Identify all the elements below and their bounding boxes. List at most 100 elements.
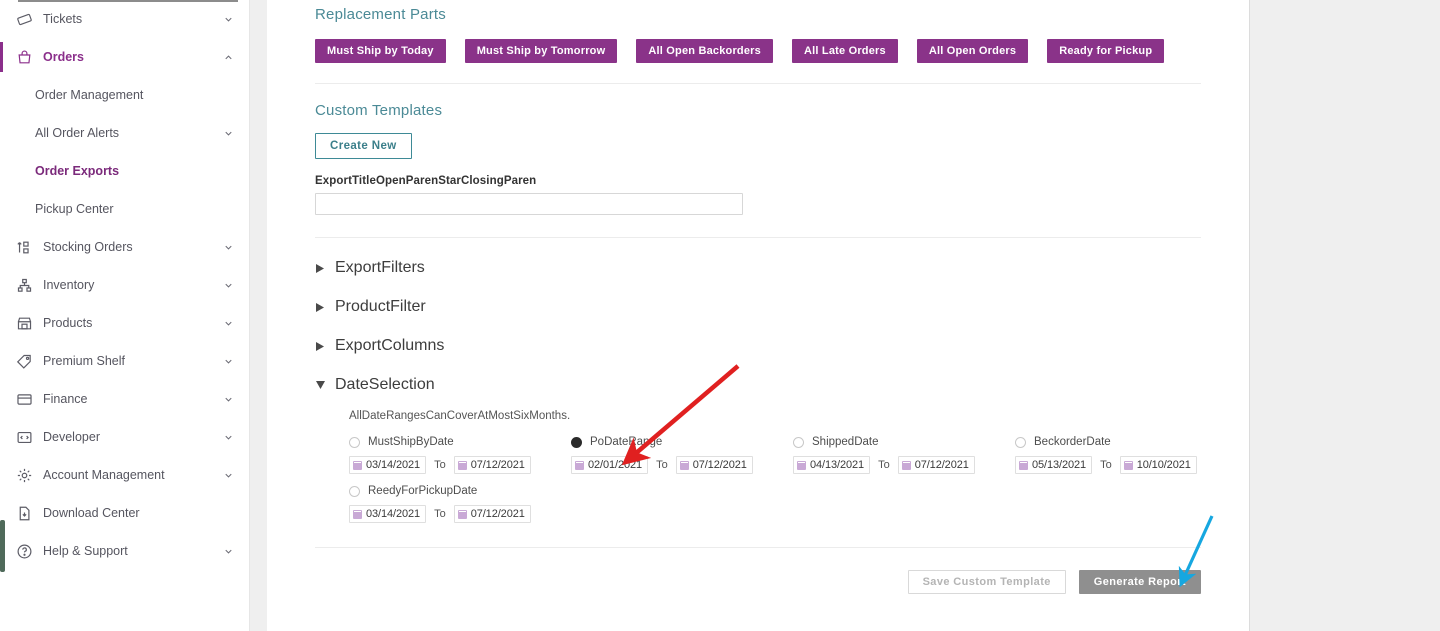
calendar-icon bbox=[797, 460, 806, 470]
radio-label: MustShipByDate bbox=[368, 436, 454, 448]
accordion-export-columns[interactable]: ExportColumns bbox=[315, 337, 1201, 355]
date-to-input[interactable]: 07/12/2021 bbox=[897, 456, 975, 474]
chevron-down-icon[interactable] bbox=[221, 468, 235, 482]
chevron-down-icon[interactable] bbox=[221, 354, 235, 368]
radio-icon[interactable] bbox=[571, 436, 582, 448]
sidebar-item-tickets[interactable]: Tickets bbox=[0, 0, 249, 38]
must-ship-today-button[interactable]: Must Ship by Today bbox=[315, 39, 446, 63]
date-from-input[interactable]: 03/14/2021 bbox=[349, 505, 427, 523]
sidebar-item-help-support[interactable]: Help & Support bbox=[0, 532, 249, 570]
date-range-note: AllDateRangesCanCoverAtMostSixMonths. bbox=[349, 410, 571, 422]
radio-icon[interactable] bbox=[349, 485, 360, 497]
date-option-ready-for-pickup-date: ReedyForPickupDate 03/14/2021 To 07/12/2… bbox=[349, 482, 571, 523]
date-value: 10/10/2021 bbox=[1136, 459, 1191, 471]
accordion-product-filter[interactable]: ProductFilter bbox=[315, 298, 1201, 316]
chevron-up-icon[interactable] bbox=[221, 50, 235, 64]
all-late-orders-button[interactable]: All Late Orders bbox=[791, 39, 898, 63]
accordion-export-filters[interactable]: ExportFilters bbox=[315, 259, 1201, 277]
chevron-down-icon[interactable] bbox=[221, 12, 235, 26]
radio-icon[interactable] bbox=[1015, 436, 1026, 448]
export-title-input[interactable] bbox=[315, 193, 743, 215]
radio-label: ReedyForPickupDate bbox=[368, 485, 478, 497]
date-from-input[interactable]: 04/13/2021 bbox=[793, 456, 871, 474]
sidebar-item-stocking-orders[interactable]: Stocking Orders bbox=[0, 228, 249, 266]
create-new-button[interactable]: Create New bbox=[315, 133, 412, 159]
sidebar-item-inventory[interactable]: Inventory bbox=[0, 266, 249, 304]
sidebar-item-label: Premium Shelf bbox=[43, 354, 125, 368]
chevron-down-icon[interactable] bbox=[221, 240, 235, 254]
sidebar-item-orders[interactable]: Orders bbox=[0, 38, 249, 76]
date-value: 03/14/2021 bbox=[366, 459, 421, 471]
chevron-down-icon[interactable] bbox=[221, 126, 235, 140]
date-value: 02/01/2021 bbox=[588, 459, 643, 471]
sidebar-item-label: Orders bbox=[43, 50, 84, 64]
triangle-right-icon bbox=[313, 341, 327, 351]
date-value: 05/13/2021 bbox=[1032, 459, 1087, 471]
date-option-po-date-range: PoDateRange 02/01/2021 To 07/12/2021 bbox=[571, 433, 793, 474]
radio-label: BeckorderDate bbox=[1034, 436, 1111, 448]
calendar-icon bbox=[353, 509, 362, 519]
ready-for-pickup-button[interactable]: Ready for Pickup bbox=[1047, 39, 1165, 63]
sidebar-subitem-label: Pickup Center bbox=[35, 202, 114, 216]
sidebar-item-products[interactable]: Products bbox=[0, 304, 249, 342]
chevron-down-icon[interactable] bbox=[221, 430, 235, 444]
date-range-row: 03/14/2021 To 07/12/2021 bbox=[349, 505, 571, 523]
date-from-input[interactable]: 02/01/2021 bbox=[571, 456, 649, 474]
quick-filter-button-row: Must Ship by Today Must Ship by Tomorrow… bbox=[315, 39, 1201, 63]
must-ship-tomorrow-button[interactable]: Must Ship by Tomorrow bbox=[464, 39, 618, 63]
all-open-backorders-button[interactable]: All Open Backorders bbox=[636, 39, 773, 63]
divider-before-footer bbox=[315, 547, 1201, 548]
sidebar-item-developer[interactable]: Developer bbox=[0, 418, 249, 456]
date-to-input[interactable]: 07/12/2021 bbox=[453, 505, 531, 523]
radio-label: PoDateRange bbox=[590, 436, 663, 448]
all-open-orders-button[interactable]: All Open Orders bbox=[916, 39, 1029, 63]
sidebar-item-pickup-center[interactable]: Pickup Center bbox=[0, 190, 249, 228]
calendar-icon bbox=[353, 460, 362, 470]
export-title-label: ExportTitleOpenParenStarClosingParen bbox=[315, 175, 537, 187]
date-to-input[interactable]: 07/12/2021 bbox=[453, 456, 531, 474]
sidebar-item-download-center[interactable]: Download Center bbox=[0, 494, 249, 532]
sidebar-item-finance[interactable]: Finance bbox=[0, 380, 249, 418]
calendar-icon bbox=[1019, 460, 1028, 470]
calendar-icon bbox=[457, 509, 467, 519]
replacement-parts-title: Replacement Parts bbox=[315, 6, 446, 23]
accordion-label: ProductFilter bbox=[335, 298, 426, 315]
generate-report-button[interactable]: Generate Report bbox=[1078, 570, 1201, 594]
accordion-date-selection[interactable]: DateSelection bbox=[315, 376, 1201, 394]
radio-row[interactable]: BeckorderDate bbox=[1015, 433, 1237, 451]
chevron-down-icon[interactable] bbox=[221, 316, 235, 330]
chevron-down-icon[interactable] bbox=[221, 392, 235, 406]
chevron-down-icon[interactable] bbox=[221, 278, 235, 292]
date-value: 07/12/2021 bbox=[470, 508, 525, 520]
date-value: 07/12/2021 bbox=[692, 459, 747, 471]
radio-row[interactable]: MustShipByDate bbox=[349, 433, 571, 451]
layout-gap bbox=[250, 0, 267, 631]
save-custom-template-button[interactable]: Save Custom Template bbox=[907, 570, 1066, 594]
sidebar-item-all-order-alerts[interactable]: All Order Alerts bbox=[0, 114, 249, 152]
radio-icon[interactable] bbox=[793, 436, 804, 448]
radio-row[interactable]: ShippedDate bbox=[793, 433, 1015, 451]
radio-row[interactable]: PoDateRange bbox=[571, 433, 793, 451]
sidebar-item-account-management[interactable]: Account Management bbox=[0, 456, 249, 494]
date-to-input[interactable]: 07/12/2021 bbox=[675, 456, 753, 474]
sidebar-item-order-management[interactable]: Order Management bbox=[0, 76, 249, 114]
calendar-icon bbox=[1123, 460, 1133, 470]
sidebar-item-order-exports[interactable]: Order Exports bbox=[0, 152, 249, 190]
code-icon bbox=[14, 427, 34, 447]
to-label: To bbox=[434, 508, 446, 520]
page-background-right bbox=[1250, 0, 1440, 631]
sidebar-item-premium-shelf[interactable]: Premium Shelf bbox=[0, 342, 249, 380]
chevron-down-icon[interactable] bbox=[221, 544, 235, 558]
card-icon bbox=[14, 389, 34, 409]
date-value: 07/12/2021 bbox=[470, 459, 525, 471]
date-from-input[interactable]: 03/14/2021 bbox=[349, 456, 427, 474]
date-from-input[interactable]: 05/13/2021 bbox=[1015, 456, 1093, 474]
date-to-input[interactable]: 10/10/2021 bbox=[1119, 456, 1197, 474]
tag-icon bbox=[14, 351, 34, 371]
main-content-panel: Replacement Parts Must Ship by Today Mus… bbox=[267, 0, 1250, 631]
sidebar-scrollbar-thumb[interactable] bbox=[0, 520, 5, 572]
radio-icon[interactable] bbox=[349, 436, 360, 448]
radio-row[interactable]: ReedyForPickupDate bbox=[349, 482, 571, 500]
date-option-shipped-date: ShippedDate 04/13/2021 To 07/12/2021 bbox=[793, 433, 1015, 474]
sidebar-item-label: Developer bbox=[43, 430, 100, 444]
